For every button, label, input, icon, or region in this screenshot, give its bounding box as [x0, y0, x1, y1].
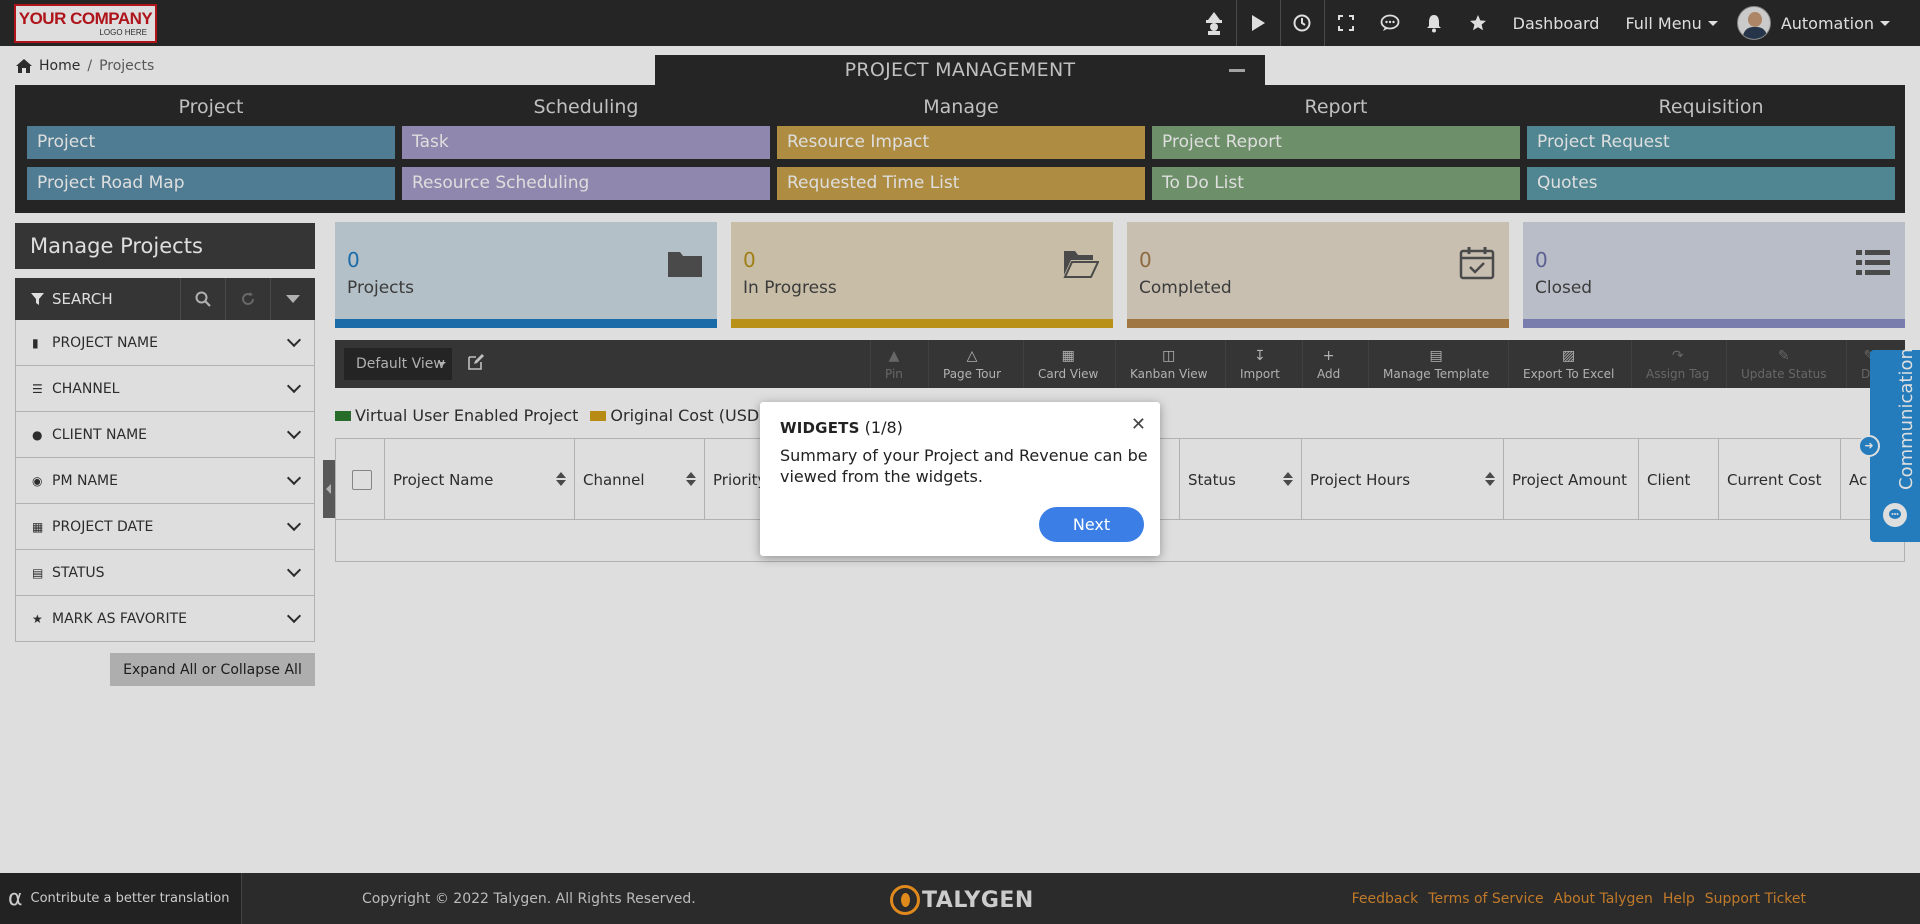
- footer-link-support-ticket[interactable]: Support Ticket: [1705, 891, 1806, 907]
- footer-links: Feedback Terms of Service About Talygen …: [1342, 891, 1806, 907]
- popover-heading: WIDGETS: [780, 419, 860, 437]
- translate-link[interactable]: α Contribute a better translation: [0, 873, 242, 924]
- brand-name: TALYGEN: [922, 887, 1034, 913]
- talygen-logo-icon: [890, 885, 920, 915]
- footer-link-help[interactable]: Help: [1663, 891, 1695, 907]
- close-icon[interactable]: ✕: [1131, 414, 1146, 435]
- footer-brand-logo: TALYGEN: [890, 885, 1034, 915]
- popover-step: (1/8): [864, 418, 903, 437]
- copyright-text: Copyright © 2022 Talygen. All Rights Res…: [362, 891, 696, 907]
- translate-label: Contribute a better translation: [30, 891, 230, 906]
- popover-body: Summary of your Project and Revenue can …: [780, 446, 1148, 486]
- footer: α Contribute a better translation Copyri…: [0, 873, 1920, 924]
- footer-link-terms[interactable]: Terms of Service: [1428, 891, 1543, 907]
- popover-title: WIDGETS (1/8): [780, 418, 903, 437]
- translate-icon: α: [8, 886, 23, 911]
- tour-popover: WIDGETS (1/8) ✕ Summary of your Project …: [760, 402, 1160, 556]
- footer-link-about[interactable]: About Talygen: [1554, 891, 1653, 907]
- next-button[interactable]: Next: [1039, 507, 1144, 542]
- footer-link-feedback[interactable]: Feedback: [1352, 891, 1419, 907]
